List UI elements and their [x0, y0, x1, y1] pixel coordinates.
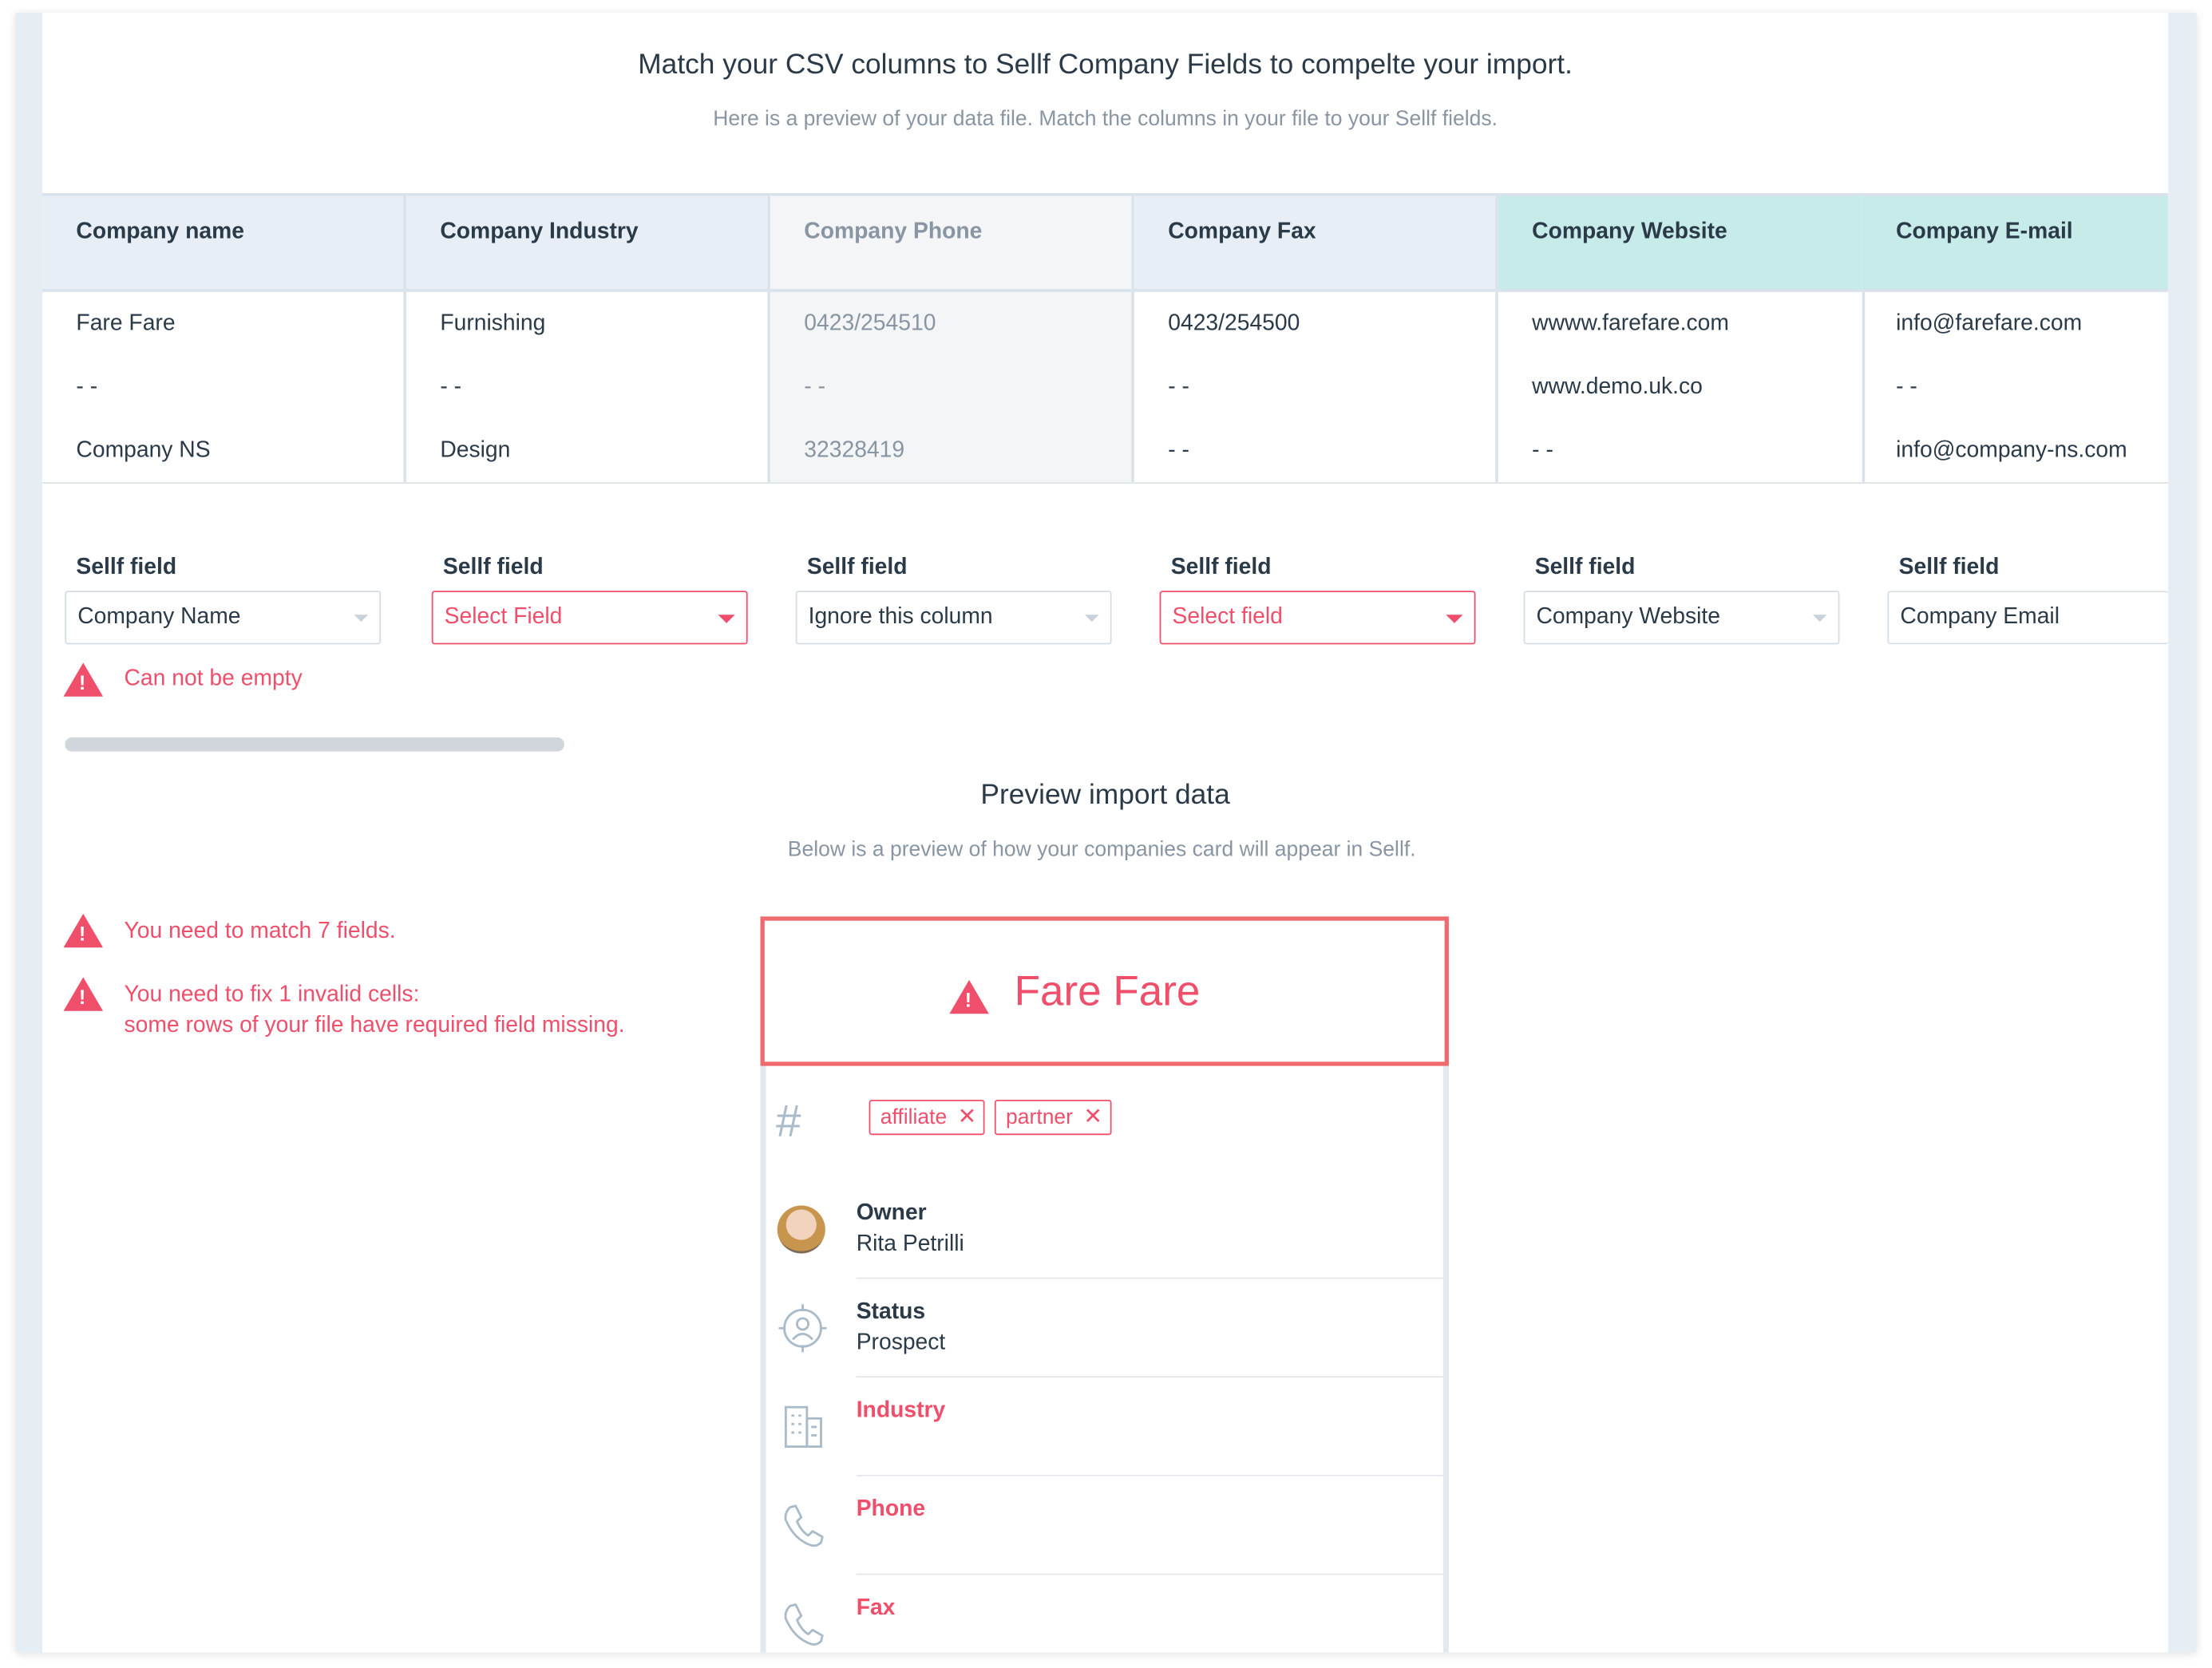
table-cell: Fare Fare — [76, 311, 176, 336]
table-column-matched[interactable]: Company Website wwww.farefare.com www.de… — [1498, 196, 1866, 483]
card-row-fax[interactable]: Fax — [766, 1575, 1443, 1652]
sellf-field-label: Sellf field — [76, 555, 177, 580]
match-fields-error: You need to match 7 fields. — [124, 919, 396, 943]
table-column[interactable]: Company Fax 0423/254500 - - - - — [1134, 196, 1498, 483]
page-title: Match your CSV columns to Sellf Company … — [638, 49, 1573, 81]
hashtag-icon: # — [775, 1095, 801, 1147]
sellf-field-label: Sellf field — [1534, 555, 1636, 580]
table-cell: - - — [1896, 374, 1917, 399]
table-cell: Design — [440, 438, 511, 463]
tag-label: affiliate — [880, 1105, 948, 1130]
table-column[interactable]: Company Industry Furnishing - - Design — [406, 196, 770, 483]
table-cell: - - — [76, 374, 98, 399]
table-cell: 0423/254510 — [804, 311, 936, 336]
card-header[interactable]: Fare Fare — [760, 916, 1449, 1066]
tag-chip[interactable]: affiliate ✕ — [869, 1100, 985, 1136]
empty-field-error: Can not be empty — [124, 666, 303, 691]
chevron-down-icon — [1446, 615, 1463, 623]
chevron-down-icon — [718, 615, 735, 623]
column-header: Company Industry — [406, 196, 768, 292]
csv-preview-table: Company name Fare Fare - - Company NS Co… — [42, 193, 2169, 484]
field-select-value: Ignore this column — [808, 604, 993, 629]
table-cell: info@farefare.com — [1896, 311, 2083, 336]
status-value: Prospect — [856, 1330, 946, 1355]
table-cell: Company NS — [76, 438, 211, 463]
table-column-matched[interactable]: Company E-mail info@farefare.com - - inf… — [1862, 196, 2169, 483]
table-cell: Furnishing — [440, 311, 546, 336]
owner-label: Owner — [856, 1201, 927, 1226]
table-cell: wwww.farefare.com — [1532, 311, 1729, 336]
fax-label: Fax — [856, 1595, 896, 1620]
field-select-error[interactable]: Select Field — [431, 591, 748, 645]
table-cell: - - — [1168, 374, 1189, 399]
card-row-owner[interactable]: Owner Rita Petrilli — [766, 1180, 1443, 1279]
horizontal-scrollbar[interactable] — [65, 737, 564, 752]
column-header: Company Website — [1498, 196, 1862, 292]
owner-value: Rita Petrilli — [856, 1232, 964, 1257]
phone-icon — [784, 1504, 824, 1547]
tag-chip[interactable]: partner ✕ — [994, 1100, 1111, 1136]
table-cell: - - — [1532, 438, 1553, 463]
preview-title: Preview import data — [980, 779, 1230, 811]
column-header: Company name — [42, 196, 404, 292]
chevron-down-icon — [1812, 615, 1827, 623]
sellf-field-label: Sellf field — [1898, 555, 2000, 580]
table-column-ignored[interactable]: Company Phone 0423/254510 - - 32328419 — [770, 196, 1134, 483]
table-cell: www.demo.uk.co — [1532, 374, 1703, 399]
sellf-field-label: Sellf field — [1170, 555, 1272, 580]
chevron-down-icon — [1084, 615, 1099, 623]
import-panel: Match your CSV columns to Sellf Company … — [42, 12, 2169, 1653]
warning-icon — [63, 662, 104, 697]
field-select-value: Select field — [1172, 604, 1283, 629]
table-cell: info@company-ns.com — [1896, 438, 2127, 463]
invalid-cells-detail: some rows of your file have required fie… — [124, 1014, 625, 1038]
warning-icon — [63, 977, 104, 1011]
industry-label: Industry — [856, 1398, 946, 1423]
table-cell: - - — [440, 374, 462, 399]
target-icon — [778, 1304, 827, 1353]
table-cell: 0423/254500 — [1168, 311, 1300, 336]
close-icon[interactable]: ✕ — [958, 1103, 977, 1131]
table-column[interactable]: Company name Fare Fare - - Company NS — [42, 196, 406, 483]
column-header: Company E-mail — [1862, 196, 2169, 292]
card-row-phone[interactable]: Phone — [766, 1476, 1443, 1575]
table-cell: - - — [804, 374, 826, 399]
phone-icon — [784, 1603, 824, 1646]
phone-label: Phone — [856, 1497, 926, 1522]
company-name: Fare Fare — [1014, 968, 1201, 1016]
warning-icon — [63, 913, 104, 948]
page-subtitle: Here is a preview of your data file. Mat… — [713, 107, 1498, 132]
close-icon[interactable]: ✕ — [1083, 1103, 1102, 1131]
tag-label: partner — [1006, 1105, 1074, 1130]
status-label: Status — [856, 1299, 926, 1324]
field-select-value: Select Field — [444, 604, 563, 629]
column-header: Company Fax — [1134, 196, 1496, 292]
warning-icon — [949, 979, 989, 1014]
invalid-cells-error: You need to fix 1 invalid cells: — [124, 982, 420, 1007]
field-select-value: Company Website — [1536, 604, 1720, 629]
sellf-field-label: Sellf field — [806, 555, 908, 580]
table-cell: 32328419 — [804, 438, 905, 463]
field-select[interactable]: Ignore this column — [795, 591, 1112, 645]
card-row-status[interactable]: Status Prospect — [766, 1279, 1443, 1378]
card-row-industry[interactable]: Industry — [766, 1377, 1443, 1476]
preview-subtitle: Below is a preview of how your companies… — [787, 837, 1416, 862]
sellf-field-label: Sellf field — [442, 555, 544, 580]
avatar — [777, 1205, 825, 1254]
field-select[interactable]: Company Name — [65, 591, 382, 645]
field-select[interactable]: Company Email — [1887, 591, 2169, 645]
building-icon — [784, 1405, 822, 1449]
field-select-error[interactable]: Select field — [1159, 591, 1476, 645]
field-select-value: Company Name — [77, 604, 241, 629]
field-select[interactable]: Company Website — [1523, 591, 1840, 645]
column-header: Company Phone — [770, 196, 1132, 292]
chevron-down-icon — [354, 615, 369, 623]
field-select-value: Company Email — [1900, 604, 2060, 629]
table-cell: - - — [1168, 438, 1189, 463]
